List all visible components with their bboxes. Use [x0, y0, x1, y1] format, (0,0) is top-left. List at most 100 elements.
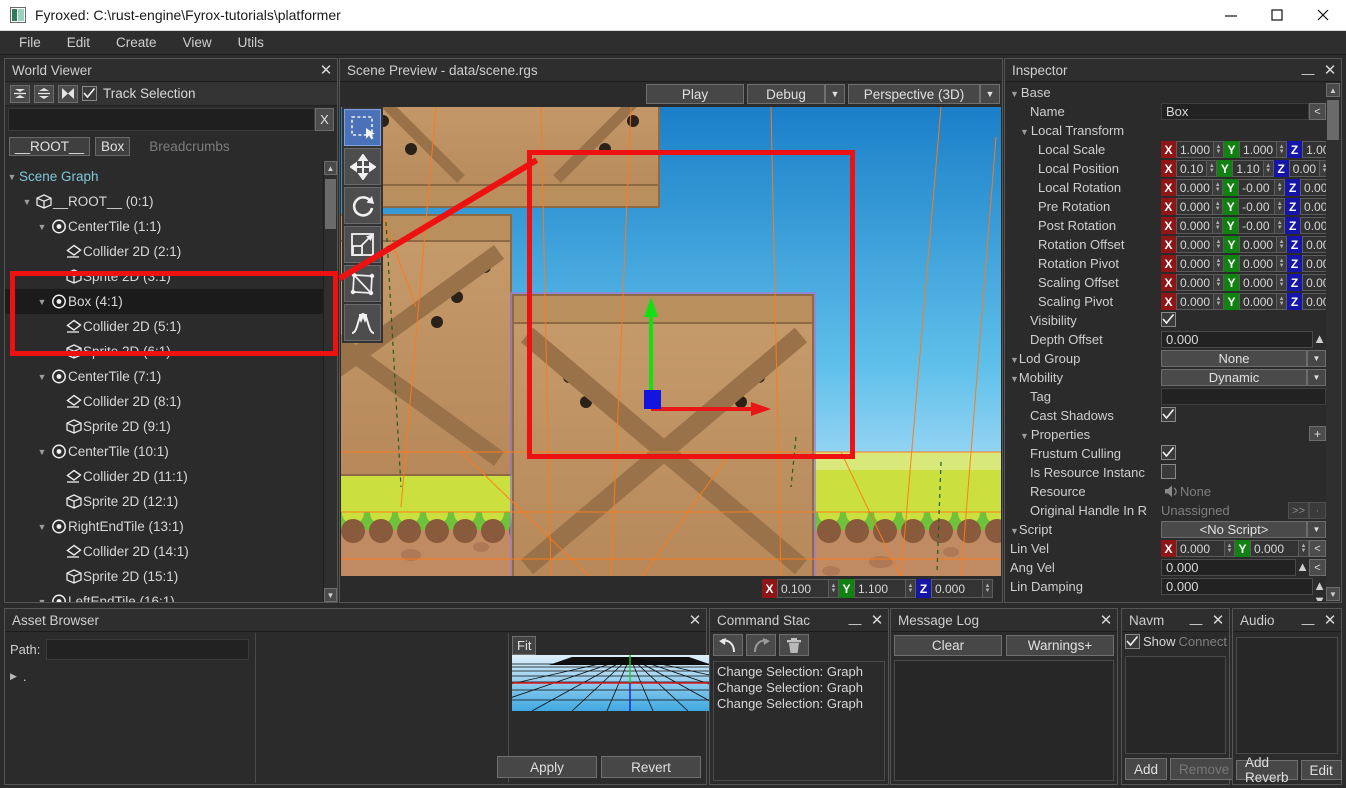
transform-4-z-value[interactable]: 0.000 — [1300, 217, 1326, 234]
lin-vel-y-stepper[interactable]: ▲ ▼ — [1299, 540, 1309, 557]
undo-icon[interactable] — [713, 634, 743, 656]
vector3-input[interactable]: X0.000▲▼Y0.000▲▼Z0.000▲▼ — [1161, 274, 1326, 291]
vector3-input[interactable]: X 0.10 ▲ ▼ Y 1.10 ▲ ▼ Z 0.00 ▲ ▼ — [1161, 160, 1326, 177]
tree-root-row[interactable]: ▼ Scene Graph — [5, 164, 323, 189]
transform-6-x-stepper[interactable]: ▲ ▼ — [1214, 255, 1225, 272]
mobility-select[interactable]: Dynamic — [1161, 369, 1307, 386]
collapse-all-icon[interactable] — [10, 84, 30, 103]
asset-folder-tree[interactable]: Path: ▶ . — [6, 633, 256, 783]
lin-damping-input[interactable]: 0.000 — [1161, 578, 1314, 595]
transform-8-z[interactable]: Z0.000▲▼ — [1287, 293, 1326, 310]
inspector-close-icon[interactable]: ✕ — [1319, 61, 1341, 79]
breadcrumb-item-box[interactable]: Box — [95, 136, 131, 156]
add-property-button[interactable]: + — [1309, 426, 1326, 441]
vector3-input[interactable]: X0.000▲▼Y-0.00▲▼Z0.000▲▼ — [1161, 217, 1326, 234]
script-select[interactable]: <No Script> — [1161, 521, 1307, 538]
maximize-icon[interactable] — [1254, 0, 1300, 31]
chevron-down-icon[interactable]: ▼ — [35, 522, 49, 532]
transform-1-y-value[interactable]: 1.10 — [1232, 160, 1264, 177]
lin-vel-y[interactable]: Y 0.000 ▲ ▼ — [1235, 540, 1309, 557]
transform-3-x[interactable]: X 0.000 ▲ ▼ — [1161, 198, 1224, 215]
tree-node-centertile-10[interactable]: ▼ CenterTile (10:1) — [5, 439, 323, 464]
chevron-down-icon[interactable]: ▼ — [5, 172, 19, 182]
is-resource-instance-checkbox[interactable] — [1161, 464, 1176, 479]
transform-7-z[interactable]: Z0.000▲▼ — [1287, 274, 1326, 291]
transform-4-y[interactable]: Y -0.00 ▲ ▼ — [1223, 217, 1286, 234]
transform-3-z[interactable]: Z0.000▲▼ — [1285, 198, 1326, 215]
scroll-down-icon[interactable]: ▼ — [324, 588, 337, 602]
transform-7-y[interactable]: Y 0.000 ▲ ▼ — [1224, 274, 1288, 291]
navmesh-close-icon[interactable]: ✕ — [1207, 611, 1229, 629]
revert-button[interactable]: Revert — [601, 756, 701, 778]
chevron-down-icon[interactable]: ▼ — [35, 222, 49, 232]
tree-node-collider-14[interactable]: ▼ Collider 2D (14:1) — [5, 539, 323, 564]
edit-button[interactable]: Edit — [1300, 760, 1342, 780]
menu-view[interactable]: View — [170, 32, 225, 53]
projection-mode-button[interactable]: Perspective (3D) — [848, 84, 980, 104]
menu-file[interactable]: File — [6, 32, 54, 53]
message-log-list[interactable] — [894, 660, 1114, 781]
trash-icon[interactable] — [779, 634, 809, 656]
inspector-section-header[interactable]: ▼ Properties + — [1006, 425, 1326, 444]
world-viewer-scrollbar[interactable]: ▲ ▼ — [323, 161, 337, 602]
scrollbar-thumb[interactable] — [325, 179, 336, 229]
inspector-section-header[interactable]: ▼ Local Transform — [1006, 121, 1326, 140]
audio-list[interactable] — [1236, 637, 1338, 754]
ang-vel-revert-button[interactable]: < — [1309, 559, 1326, 576]
position-y-stepper[interactable]: ▲ ▼ — [906, 579, 916, 598]
chevron-down-icon[interactable]: ▼ — [35, 597, 49, 603]
select-tool-icon[interactable] — [344, 109, 381, 146]
audio-minimize-icon[interactable]: — — [1297, 616, 1319, 631]
tree-node-collider-8[interactable]: ▼ Collider 2D (8:1) — [5, 389, 323, 414]
transform-6-y[interactable]: Y 0.000 ▲ ▼ — [1224, 255, 1288, 272]
script-dropdown-icon[interactable]: ▼ — [1307, 521, 1326, 538]
transform-8-y-stepper[interactable]: ▲ ▼ — [1277, 293, 1288, 310]
transform-5-y[interactable]: Y 0.000 ▲ ▼ — [1224, 236, 1288, 253]
position-y-value[interactable]: 1.100 — [854, 579, 906, 598]
transform-5-x-value[interactable]: 0.000 — [1176, 236, 1215, 253]
move-tool-icon[interactable] — [344, 148, 381, 185]
scene-graph-tree[interactable]: ▼ Scene Graph ▼ __ROOT__ (0:1) ▼ CenterTile… — [5, 161, 323, 602]
transform-4-x-value[interactable]: 0.000 — [1175, 217, 1214, 234]
command-stack-close-icon[interactable]: ✕ — [866, 611, 888, 629]
resource-value[interactable]: None — [1180, 483, 1211, 500]
terrain-tool-icon[interactable] — [344, 304, 381, 341]
transform-2-x-value[interactable]: 0.000 — [1175, 179, 1214, 196]
lin-vel-x-stepper[interactable]: ▲ ▼ — [1225, 540, 1235, 557]
ang-vel-stepper[interactable]: ▲▼ — [1296, 559, 1309, 589]
status-position-z[interactable]: Z 0.000 ▲ ▼ — [916, 579, 993, 598]
tree-node-root-0[interactable]: ▼ __ROOT__ (0:1) — [5, 189, 323, 214]
transform-4-y-value[interactable]: -0.00 — [1238, 217, 1276, 234]
status-position-y[interactable]: Y 1.100 ▲ ▼ — [839, 579, 916, 598]
navmesh-list[interactable] — [1125, 656, 1226, 754]
original-handle-dot-button[interactable]: · — [1309, 502, 1326, 519]
transform-5-z-value[interactable]: 0.000 — [1302, 236, 1326, 253]
fit-button[interactable]: Fit — [512, 636, 537, 655]
chevron-down-icon[interactable]: ▼ — [35, 297, 49, 307]
transform-3-y-value[interactable]: -0.00 — [1238, 198, 1276, 215]
transform-0-y[interactable]: Y 1.000 ▲ ▼ — [1224, 141, 1288, 158]
visibility-checkbox[interactable] — [1161, 312, 1176, 327]
tree-node-collider-5[interactable]: ▼ Collider 2D (5:1) — [5, 314, 323, 339]
lin-vel-revert-button[interactable]: < — [1309, 540, 1326, 557]
lin-damping-stepper[interactable]: ▲ ▼ — [1313, 578, 1326, 601]
transform-4-x[interactable]: X 0.000 ▲ ▼ — [1161, 217, 1224, 234]
transform-8-z-value[interactable]: 0.000 — [1302, 293, 1326, 310]
transform-0-x[interactable]: X 1.000 ▲ ▼ — [1161, 141, 1225, 158]
message-log-close-icon[interactable]: ✕ — [1095, 611, 1117, 629]
transform-2-y-stepper[interactable]: ▲ ▼ — [1275, 179, 1286, 196]
tree-node-collider-2[interactable]: ▼ Collider 2D (2:1) — [5, 239, 323, 264]
command-stack-list[interactable]: Change Selection: Graph Change Selection:… — [713, 661, 885, 781]
lin-vel-vector[interactable]: X 0.000 ▲ ▼ Y 0.000 ▲ ▼ — [1161, 540, 1309, 557]
chevron-down-icon[interactable]: ▼ — [1010, 374, 1019, 384]
transform-0-z[interactable]: Z1.000▲▼ — [1287, 141, 1326, 158]
minimize-icon[interactable] — [1208, 0, 1254, 31]
chevron-down-icon[interactable]: ▼ — [35, 447, 49, 457]
transform-5-z[interactable]: Z0.000▲▼ — [1287, 236, 1326, 253]
vector3-input[interactable]: X0.000▲▼Y0.000▲▼Z0.000▲▼ — [1161, 293, 1326, 310]
position-x-value[interactable]: 0.100 — [777, 579, 829, 598]
vector3-input[interactable]: X0.000▲▼Y0.000▲▼Z0.000▲▼ — [1161, 255, 1326, 272]
vector3-input[interactable]: X0.000▲▼Y-0.00▲▼Z0.000▲▼ — [1161, 179, 1326, 196]
transform-5-y-stepper[interactable]: ▲ ▼ — [1277, 236, 1288, 253]
scene-viewport[interactable] — [341, 107, 1001, 576]
